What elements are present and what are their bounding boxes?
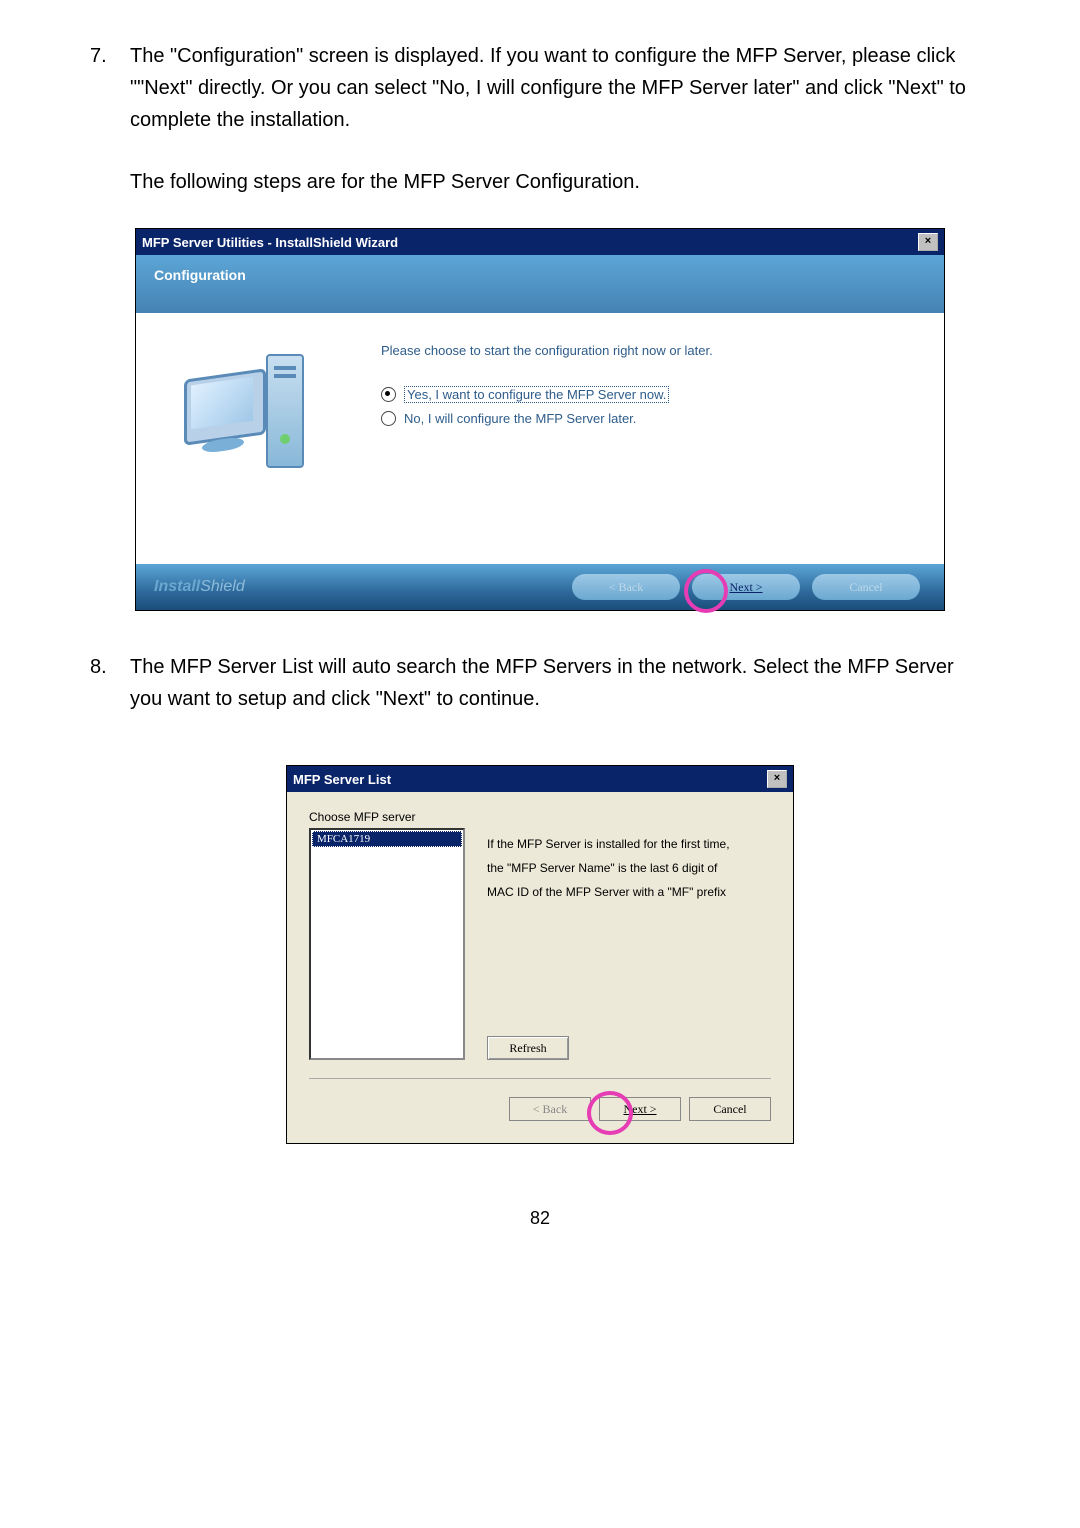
radio-label-yes: Yes, I want to configure the MFP Server … bbox=[404, 386, 669, 403]
dialog-header: Configuration bbox=[136, 255, 944, 313]
step7-num: 7. bbox=[90, 40, 130, 136]
installshield-brand: InstallShield bbox=[154, 578, 566, 596]
step8-num: 8. bbox=[90, 651, 130, 715]
step7-subtext: The following steps are for the MFP Serv… bbox=[130, 166, 990, 198]
radio-icon bbox=[381, 387, 396, 402]
highlight-circle bbox=[587, 1091, 633, 1135]
radio-label-no: No, I will configure the MFP Server late… bbox=[404, 411, 636, 426]
cancel-button: Cancel bbox=[812, 574, 920, 600]
computer-icon bbox=[184, 354, 304, 484]
step8-text: The MFP Server List will auto search the… bbox=[130, 651, 990, 715]
radio-configure-later[interactable]: No, I will configure the MFP Server late… bbox=[381, 411, 914, 426]
close-icon[interactable]: × bbox=[767, 770, 787, 788]
back-button: < Back bbox=[572, 574, 680, 600]
page-number: 82 bbox=[0, 1204, 1080, 1233]
list-item[interactable]: MFCA1719 bbox=[312, 831, 462, 847]
next-button[interactable]: Next > bbox=[692, 574, 800, 600]
radio-configure-now[interactable]: Yes, I want to configure the MFP Server … bbox=[381, 386, 914, 403]
wizard-dialog: MFP Server Utilities - InstallShield Wiz… bbox=[135, 228, 945, 611]
cancel-button[interactable]: Cancel bbox=[689, 1097, 771, 1121]
wizard-image-panel bbox=[136, 313, 351, 564]
titlebar: MFP Server Utilities - InstallShield Wiz… bbox=[136, 229, 944, 255]
config-prompt: Please choose to start the configuration… bbox=[381, 343, 914, 358]
server-list-dialog: MFP Server List × Choose MFP server MFCA… bbox=[286, 765, 794, 1144]
radio-icon bbox=[381, 411, 396, 426]
choose-server-label: Choose MFP server bbox=[309, 810, 771, 824]
info-text: If the MFP Server is installed for the f… bbox=[487, 832, 771, 904]
step7-text: The "Configuration" screen is displayed.… bbox=[130, 40, 990, 136]
titlebar: MFP Server List × bbox=[287, 766, 793, 792]
back-button: < Back bbox=[509, 1097, 591, 1121]
highlight-circle bbox=[684, 569, 728, 613]
dialog-title: MFP Server List bbox=[293, 772, 767, 787]
server-listbox[interactable]: MFCA1719 bbox=[309, 828, 465, 1060]
close-icon[interactable]: × bbox=[918, 233, 938, 251]
dialog-title: MFP Server Utilities - InstallShield Wiz… bbox=[142, 235, 918, 250]
refresh-button[interactable]: Refresh bbox=[487, 1036, 569, 1060]
